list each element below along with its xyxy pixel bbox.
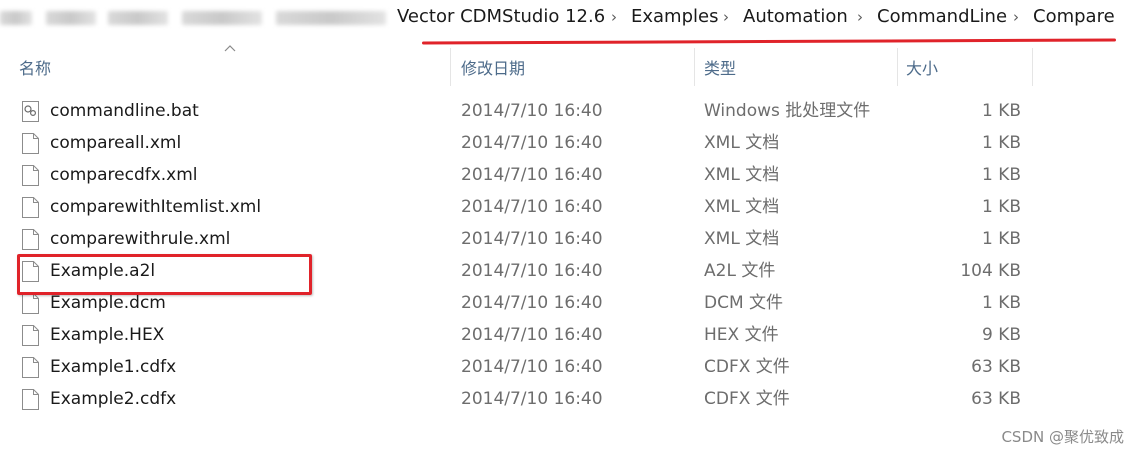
file-date: 2014/7/10 16:40 <box>461 261 603 281</box>
column-header-date[interactable]: 修改日期 <box>461 56 525 82</box>
column-header-name[interactable]: 名称 <box>19 56 51 82</box>
file-size: 104 KB <box>960 261 1021 281</box>
file-date: 2014/7/10 16:40 <box>461 389 603 409</box>
column-header-size[interactable]: 大小 <box>906 56 938 82</box>
file-size: 63 KB <box>971 357 1021 377</box>
file-size: 1 KB <box>981 101 1021 121</box>
file-name: commandline.bat <box>50 101 199 121</box>
watermark: CSDN @聚优致成 <box>1001 428 1124 446</box>
file-date: 2014/7/10 16:40 <box>461 165 603 185</box>
file-type: HEX 文件 <box>704 325 779 345</box>
file-name: comparewithrule.xml <box>50 229 231 249</box>
file-size: 63 KB <box>971 389 1021 409</box>
file-type: A2L 文件 <box>704 261 776 281</box>
file-name: comparecdfx.xml <box>50 165 198 185</box>
document-icon <box>22 197 39 218</box>
file-size: 9 KB <box>981 325 1021 345</box>
column-divider[interactable] <box>450 48 451 86</box>
document-icon <box>22 229 39 250</box>
breadcrumb-separator-icon[interactable]: › <box>723 5 729 29</box>
breadcrumb-item-current[interactable]: Compare <box>1033 5 1115 29</box>
document-icon <box>22 133 39 154</box>
file-type: CDFX 文件 <box>704 389 790 409</box>
breadcrumb-item[interactable]: Examples <box>631 5 718 29</box>
column-divider[interactable] <box>694 48 695 86</box>
file-size: 1 KB <box>981 197 1021 217</box>
breadcrumb-item[interactable]: CommandLine <box>877 5 1007 29</box>
file-date: 2014/7/10 16:40 <box>461 101 603 121</box>
file-row[interactable]: comparewithItemlist.xml 2014/7/10 16:40 … <box>0 192 1138 224</box>
batch-file-icon <box>22 101 39 122</box>
document-icon <box>22 165 39 186</box>
blurred-path-segment <box>276 11 386 25</box>
file-row[interactable]: Example.HEX 2014/7/10 16:40 HEX 文件 9 KB <box>0 320 1138 352</box>
breadcrumb-separator-icon[interactable]: › <box>857 5 863 29</box>
document-icon <box>22 325 39 346</box>
breadcrumb-item[interactable]: Automation <box>743 5 848 29</box>
file-name: Example1.cdfx <box>50 357 177 377</box>
file-name: Example2.cdfx <box>50 389 177 409</box>
file-row[interactable]: comparecdfx.xml 2014/7/10 16:40 XML 文档 1… <box>0 160 1138 192</box>
file-type: XML 文档 <box>704 197 780 217</box>
file-type: CDFX 文件 <box>704 357 790 377</box>
file-name: compareall.xml <box>50 133 182 153</box>
file-name: Example.HEX <box>50 325 165 345</box>
address-bar[interactable]: Vector CDMStudio 12.6 › Examples › Autom… <box>0 0 1138 36</box>
file-name: comparewithItemlist.xml <box>50 197 262 217</box>
file-size: 1 KB <box>981 229 1021 249</box>
file-type: Windows 批处理文件 <box>704 101 871 121</box>
file-type: XML 文档 <box>704 165 780 185</box>
annotation-highlight-box <box>17 254 312 295</box>
column-header-type[interactable]: 类型 <box>704 56 736 82</box>
file-type: XML 文档 <box>704 229 780 249</box>
file-row[interactable]: Example2.cdfx 2014/7/10 16:40 CDFX 文件 63… <box>0 384 1138 416</box>
file-row[interactable]: commandline.bat 2014/7/10 16:40 Windows … <box>0 96 1138 128</box>
file-date: 2014/7/10 16:40 <box>461 325 603 345</box>
sort-ascending-icon <box>224 45 236 52</box>
file-date: 2014/7/10 16:40 <box>461 357 603 377</box>
file-size: 1 KB <box>981 133 1021 153</box>
file-row[interactable]: comparewithrule.xml 2014/7/10 16:40 XML … <box>0 224 1138 256</box>
file-type: DCM 文件 <box>704 293 784 313</box>
document-icon <box>22 357 39 378</box>
file-date: 2014/7/10 16:40 <box>461 229 603 249</box>
file-date: 2014/7/10 16:40 <box>461 293 603 313</box>
file-size: 1 KB <box>981 165 1021 185</box>
blurred-path-segment <box>182 11 262 25</box>
file-size: 1 KB <box>981 293 1021 313</box>
blurred-path-segment <box>46 11 96 25</box>
breadcrumb-item[interactable]: Vector CDMStudio 12.6 <box>397 5 605 29</box>
file-date: 2014/7/10 16:40 <box>461 133 603 153</box>
column-divider[interactable] <box>897 48 898 86</box>
annotation-underline <box>421 38 1117 45</box>
breadcrumb-separator-icon[interactable]: › <box>611 5 617 29</box>
file-row[interactable]: Example1.cdfx 2014/7/10 16:40 CDFX 文件 63… <box>0 352 1138 384</box>
document-icon <box>22 293 39 314</box>
file-date: 2014/7/10 16:40 <box>461 197 603 217</box>
document-icon <box>22 389 39 410</box>
blurred-path-segment <box>108 11 168 25</box>
column-divider[interactable] <box>1032 48 1033 86</box>
file-row[interactable]: compareall.xml 2014/7/10 16:40 XML 文档 1 … <box>0 128 1138 160</box>
breadcrumb-separator-icon[interactable]: › <box>1013 5 1019 29</box>
file-type: XML 文档 <box>704 133 780 153</box>
blurred-path-segment <box>0 11 32 25</box>
